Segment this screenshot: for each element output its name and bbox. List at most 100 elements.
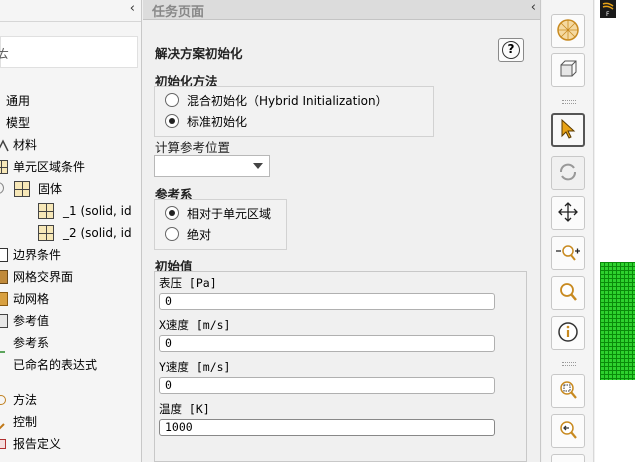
pan-move-icon: [557, 201, 579, 226]
task-page-panel: 任务页面 ‹ 解决方案初始化 ? 初始化方法 混合初始化（Hybrid Init…: [143, 0, 541, 462]
tree-item-materials[interactable]: 材料: [0, 134, 140, 156]
tree-item-label: 网格交界面: [13, 270, 74, 284]
radio-standard-initialization[interactable]: 标准初始化: [165, 112, 247, 130]
report-definitions-icon: [0, 439, 6, 449]
tree-item-label: 单元区域条件: [13, 160, 86, 174]
info-button[interactable]: [551, 316, 585, 350]
interface-icon: [0, 270, 8, 284]
solid-zone-grid-icon: [14, 181, 30, 197]
tree-item-label: 方法: [13, 393, 38, 407]
boundary-icon: [0, 248, 8, 262]
tree-filter-input[interactable]: ㄊ: [0, 36, 138, 68]
init-method-group: 混合初始化（Hybrid Initialization） 标准初始化: [154, 86, 434, 137]
info-icon: [557, 321, 579, 346]
zoom-in-out-button[interactable]: [551, 236, 585, 270]
radio-button[interactable]: [165, 93, 179, 107]
tree-item-label: 固体: [38, 182, 63, 196]
zoom-fit-button[interactable]: [551, 374, 585, 408]
graphics-toolbar: [542, 0, 594, 462]
methods-icon: [0, 395, 6, 405]
gauge-pressure-input[interactable]: 0: [159, 293, 495, 310]
radio-absolute[interactable]: 绝对: [165, 225, 211, 243]
tree-item-label: 报告定义: [13, 437, 62, 451]
reference-values-icon: [0, 314, 8, 328]
sphere-mesh-button[interactable]: [551, 14, 585, 48]
tree-item-reference-values[interactable]: 参考值: [0, 310, 140, 332]
radio-label: 混合初始化（Hybrid Initialization）: [187, 93, 388, 108]
tree-item-dynamic-mesh[interactable]: 动网格: [0, 288, 140, 310]
tree-item-label: 动网格: [13, 292, 50, 306]
tree-item-boundary-conditions[interactable]: 边界条件: [0, 244, 140, 266]
x-velocity-label: X速度 [m/s]: [159, 318, 231, 332]
select-pointer-button[interactable]: [551, 113, 585, 147]
tree-filter-text: ㄊ: [0, 45, 9, 62]
radio-label: 相对于单元区域: [187, 206, 272, 221]
dynamic-mesh-icon: [0, 292, 8, 306]
dropdown-arrow-icon: [253, 163, 263, 169]
radio-label: 绝对: [187, 227, 212, 242]
tree-item-solid-zone-1[interactable]: _1 (solid, id: [0, 200, 140, 222]
y-velocity-label: Y速度 [m/s]: [159, 360, 231, 374]
tree-item-controls[interactable]: 控制: [0, 411, 140, 433]
radio-button-selected[interactable]: [165, 114, 179, 128]
zoom-fit-icon: [557, 379, 579, 404]
collapse-task-chevron-icon[interactable]: ‹: [531, 0, 536, 15]
pan-button[interactable]: [551, 196, 585, 230]
toolbar-grip[interactable]: [562, 100, 576, 104]
controls-wrench-icon: [0, 417, 6, 430]
tree-item-solid[interactable]: 固体: [0, 178, 140, 200]
radio-label: 标准初始化: [187, 114, 248, 129]
tree-item-reference-frames[interactable]: 参考系: [0, 332, 140, 354]
expand-toggle-icon[interactable]: [0, 182, 4, 194]
x-velocity-input[interactable]: 0: [159, 335, 495, 352]
app-logo: F: [600, 0, 616, 18]
tree-item-label: 材料: [13, 138, 38, 152]
tree-item-label: 参考系: [13, 336, 50, 350]
materials-icon: [0, 138, 10, 152]
tree-item-label: 控制: [13, 415, 38, 429]
tree-item-solid-zone-2[interactable]: _2 (solid, id: [0, 222, 140, 244]
tree-item-mesh-interfaces[interactable]: 网格交界面: [0, 266, 140, 288]
toolbar-more-button[interactable]: [551, 454, 585, 462]
tree-item-report-definitions[interactable]: 报告定义: [0, 433, 140, 455]
tree-item-general[interactable]: 通用: [0, 90, 140, 112]
tree-item-label: _2 (solid, id: [63, 226, 132, 240]
box-view-icon: [557, 58, 579, 83]
temperature-input[interactable]: 1000: [159, 419, 495, 436]
sphere-mesh-icon: [556, 18, 580, 45]
rotate-button[interactable]: [551, 156, 585, 190]
rotate-icon: [557, 161, 579, 186]
radio-button-selected[interactable]: [165, 206, 179, 220]
box-view-button[interactable]: [551, 53, 585, 87]
outline-tree-panel: ‹ ㄊ 通用 模型 材料 单元区域条件 固体 _1 (solid, id: [0, 0, 142, 462]
tree-item-named-expressions[interactable]: ƒ 已命名的表达式: [0, 354, 140, 376]
tree-item-models[interactable]: 模型: [0, 112, 140, 134]
expression-icon: ƒ: [0, 360, 6, 370]
zoom-previous-icon: [557, 419, 579, 444]
zoom-previous-button[interactable]: [551, 414, 585, 448]
help-button[interactable]: ?: [498, 38, 524, 62]
radio-button[interactable]: [165, 227, 179, 241]
mesh-display[interactable]: [600, 262, 635, 380]
cell-zone-grid-icon: [0, 160, 8, 174]
pointer-arrow-icon: [558, 118, 578, 143]
task-page-title: 任务页面: [152, 5, 205, 20]
zoom-button[interactable]: [551, 276, 585, 310]
reference-frame-axes-icon: [0, 338, 6, 353]
y-velocity-input[interactable]: 0: [159, 377, 495, 394]
radio-relative-to-cell-zone[interactable]: 相对于单元区域: [165, 204, 271, 222]
tree-item-methods[interactable]: 方法: [0, 389, 140, 411]
task-page-header: 任务页面 ‹: [143, 0, 540, 20]
page-heading: 解决方案初始化: [155, 46, 243, 61]
gauge-pressure-label: 表压 [Pa]: [159, 276, 217, 290]
compute-from-dropdown[interactable]: [154, 155, 270, 177]
collapse-tree-chevron-icon[interactable]: ‹: [130, 1, 135, 16]
tree-item-label: 已命名的表达式: [13, 358, 98, 372]
tree-item-cell-zone-conditions[interactable]: 单元区域条件: [0, 156, 140, 178]
toolbar-grip[interactable]: [562, 362, 576, 366]
radio-hybrid-initialization[interactable]: 混合初始化（Hybrid Initialization）: [165, 91, 388, 109]
svg-text:F: F: [606, 11, 610, 18]
help-icon: ?: [502, 41, 520, 59]
graphics-window[interactable]: F: [595, 0, 635, 462]
tree-item-label: 参考值: [13, 314, 50, 328]
